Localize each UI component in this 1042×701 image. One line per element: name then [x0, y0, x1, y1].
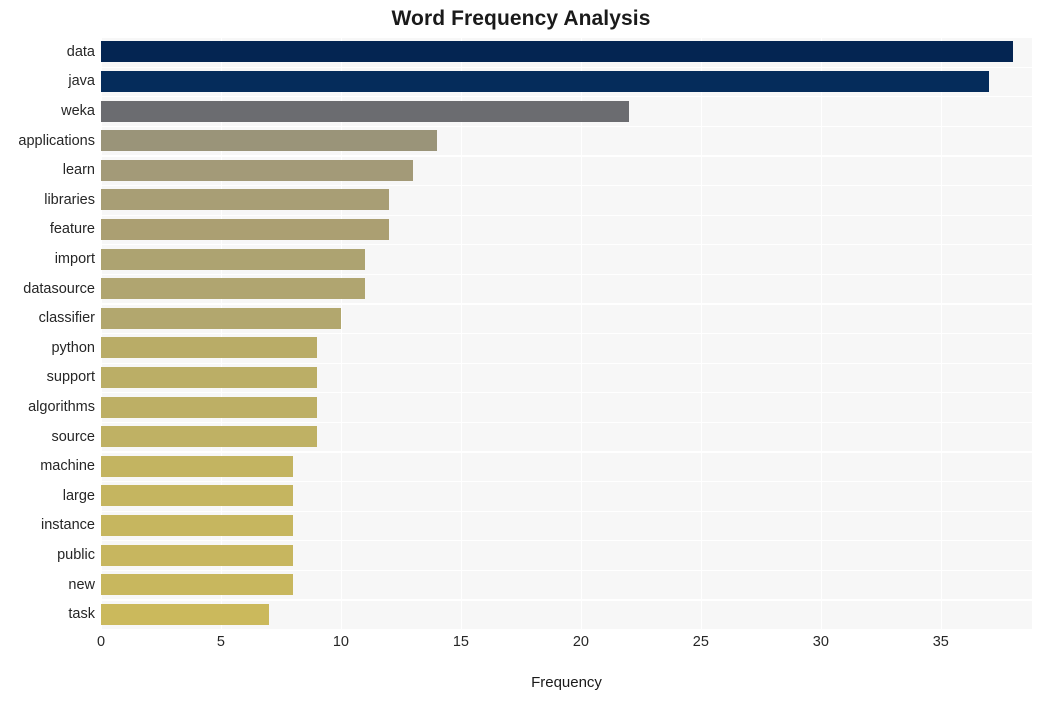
y-tick-label: support	[46, 369, 95, 386]
y-tick-label: instance	[40, 517, 95, 534]
gridline-horizontal	[101, 421, 1032, 423]
y-axis-tick-labels: data java weka applications learn libraries fe…	[0, 37, 95, 629]
bar	[101, 100, 629, 122]
y-tick-label: python	[51, 339, 95, 356]
gridline-horizontal	[101, 66, 1032, 68]
y-tick-label: import	[54, 251, 95, 267]
gridline-horizontal	[101, 155, 1032, 157]
y-tick-label: classifier	[38, 310, 95, 327]
bar	[101, 41, 1013, 63]
y-tick-label: public	[57, 547, 95, 563]
bar	[101, 307, 341, 329]
bar	[101, 218, 389, 240]
bar	[101, 70, 989, 92]
gridline-horizontal	[101, 481, 1032, 483]
y-tick-label: source	[51, 428, 95, 445]
bar	[101, 337, 317, 359]
bar	[101, 514, 293, 536]
y-tick-label: data	[66, 43, 95, 60]
bar	[101, 426, 317, 448]
gridline-horizontal	[101, 451, 1032, 453]
bar	[101, 396, 317, 418]
bar	[101, 455, 293, 477]
bar	[101, 366, 317, 388]
gridline-horizontal	[101, 125, 1032, 127]
plot-area	[101, 37, 1032, 629]
y-tick-label: applications	[18, 132, 95, 149]
y-tick-label: learn	[62, 162, 95, 179]
bar	[101, 130, 437, 152]
gridline-horizontal	[101, 599, 1032, 601]
gridline-horizontal	[101, 362, 1032, 364]
x-tick-label: 30	[812, 634, 829, 650]
chart-title: Word Frequency Analysis	[391, 7, 651, 30]
gridline-horizontal	[101, 214, 1032, 216]
x-tick-label: 5	[216, 634, 225, 650]
y-tick-label: java	[68, 73, 95, 90]
bar	[101, 544, 293, 566]
gridline-horizontal	[101, 37, 1032, 39]
x-axis-label: Frequency	[531, 674, 602, 691]
gridline-horizontal	[101, 244, 1032, 246]
gridline-horizontal	[101, 303, 1032, 305]
bar	[101, 189, 389, 211]
x-tick-label: 20	[572, 634, 589, 650]
x-axis-tick-labels: 0 5 10 15 20 25 30 35	[0, 629, 1042, 655]
bar	[101, 278, 365, 300]
gridline-horizontal	[101, 273, 1032, 275]
gridline-horizontal	[101, 569, 1032, 571]
gridline-horizontal	[101, 392, 1032, 394]
bar	[101, 603, 269, 625]
y-tick-label: datasource	[23, 280, 95, 297]
bar	[101, 485, 293, 507]
y-tick-label: machine	[40, 458, 95, 475]
gridline-horizontal	[101, 540, 1032, 542]
x-tick-label: 25	[692, 634, 709, 650]
y-tick-label: task	[68, 606, 95, 623]
x-tick-label: 15	[452, 634, 469, 650]
bar	[101, 159, 413, 181]
y-tick-label: new	[68, 576, 95, 593]
bar	[101, 248, 365, 270]
y-tick-label: weka	[61, 103, 95, 119]
gridline-horizontal	[101, 96, 1032, 98]
x-tick-label: 10	[332, 634, 349, 650]
gridline-horizontal	[101, 333, 1032, 335]
chart-figure: Word Frequency Analysis data java weka appl…	[0, 0, 1042, 701]
bar	[101, 574, 293, 596]
y-tick-label: feature	[49, 221, 95, 238]
y-tick-label: algorithms	[28, 399, 95, 415]
y-tick-label: large	[62, 487, 95, 504]
gridline-horizontal	[101, 185, 1032, 187]
gridline-horizontal	[101, 510, 1032, 512]
x-tick-label: 0	[96, 634, 106, 650]
y-tick-label: libraries	[44, 191, 95, 208]
x-tick-label: 35	[932, 634, 949, 650]
